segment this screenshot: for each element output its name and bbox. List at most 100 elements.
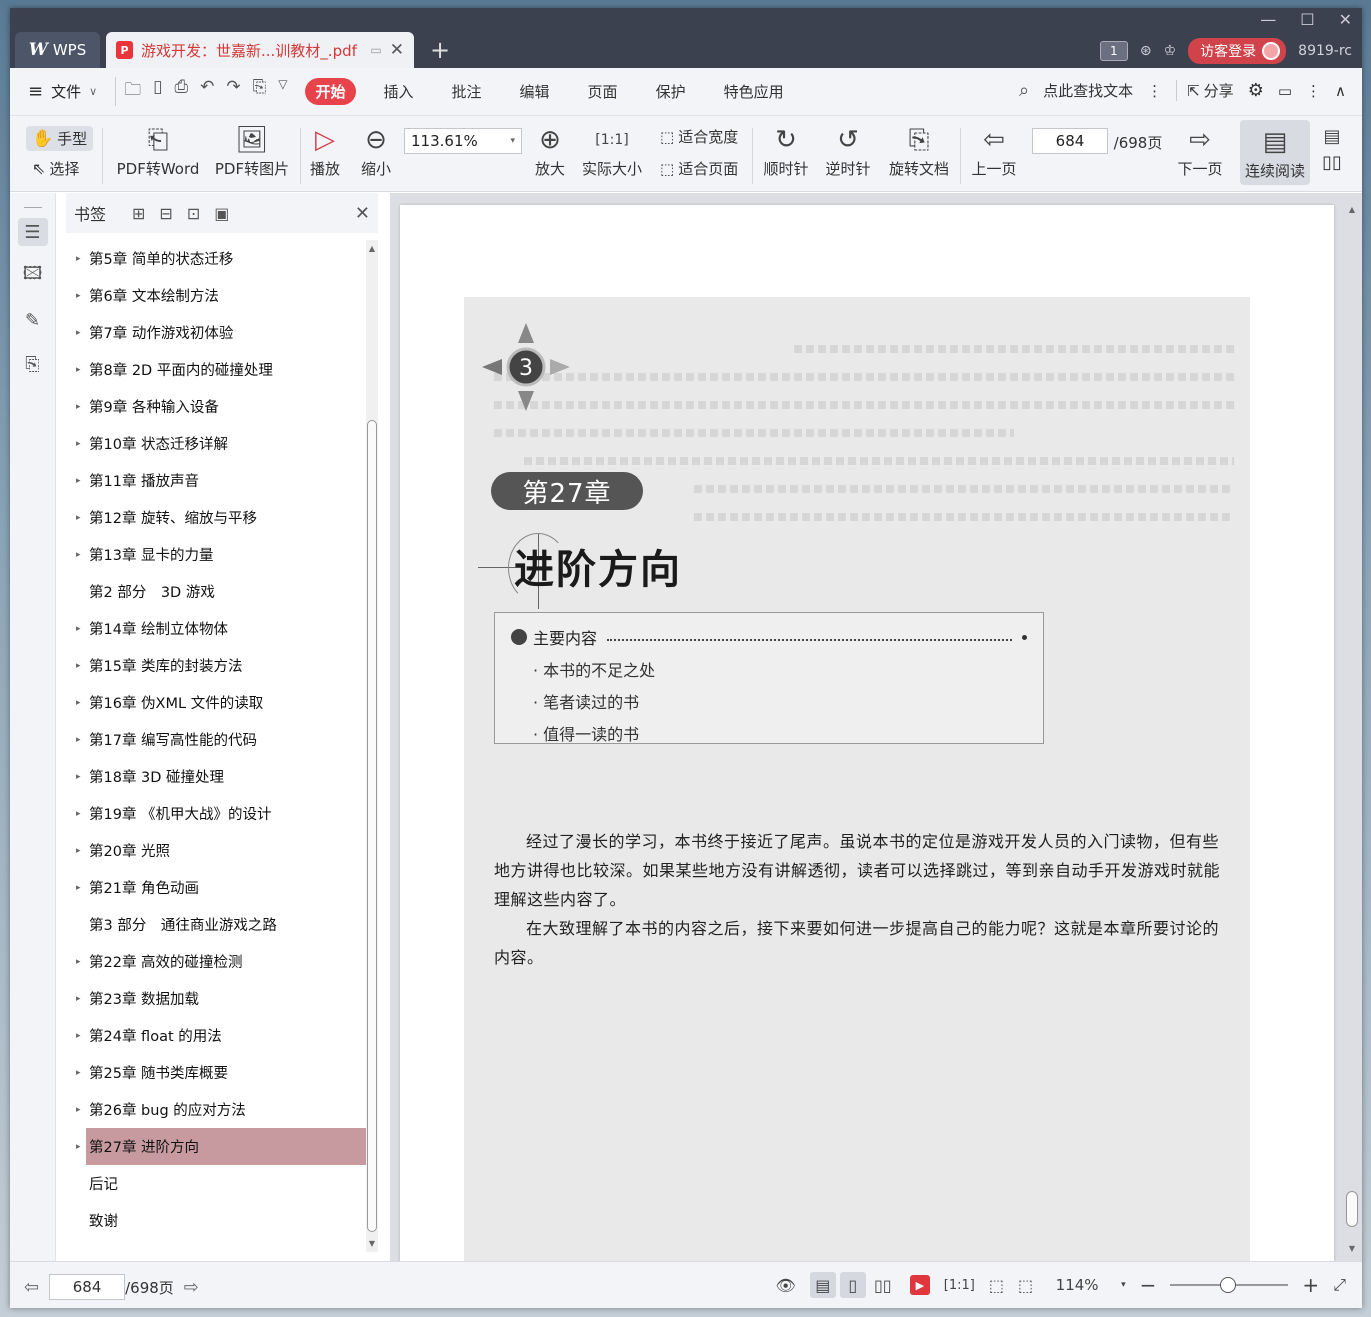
hand-tool-button[interactable]: ✋ 手型 xyxy=(26,126,94,151)
bookmark-item[interactable]: ▸ 第17章 编写高性能的代码 xyxy=(66,721,366,758)
rotate-counterclockwise-button[interactable]: ↺ 逆时针 xyxy=(822,122,874,179)
bookmark-item[interactable]: ▸ 第20章 光照 xyxy=(66,832,366,869)
bookmark-item[interactable]: 第2 部分 3D 游戏 xyxy=(66,573,366,610)
two-page-icon[interactable]: ▯▯ xyxy=(1320,152,1344,173)
zoom-plus-icon[interactable]: + xyxy=(1302,1273,1319,1297)
next-page-button[interactable]: ⇨ 下一页 xyxy=(1174,122,1226,179)
scroll-down-icon[interactable]: ▼ xyxy=(366,1239,378,1248)
expand-arrow-icon[interactable]: ▸ xyxy=(76,698,89,708)
continuous-view-icon[interactable]: ▤ xyxy=(809,1272,836,1298)
expand-arrow-icon[interactable]: ▸ xyxy=(76,1031,89,1041)
double-view-icon[interactable]: ▯▯ xyxy=(870,1272,896,1298)
play-slideshow-icon[interactable]: ▶ xyxy=(909,1275,930,1295)
search-icon[interactable]: ⌕ xyxy=(1019,80,1029,101)
more-vertical-icon[interactable]: ⋮ xyxy=(1147,82,1162,100)
bookmark-item[interactable]: 后记 xyxy=(66,1165,366,1202)
expand-arrow-icon[interactable]: ▸ xyxy=(76,994,89,1004)
bookmark-item[interactable]: ▸ 第22章 高效的碰撞检测 xyxy=(66,943,366,980)
bookmark-item[interactable]: ▸ 第26章 bug 的应对方法 xyxy=(66,1091,366,1128)
play-button[interactable]: ▷ 播放 xyxy=(306,122,344,179)
expand-arrow-icon[interactable]: ▸ xyxy=(76,476,89,486)
expand-arrow-icon[interactable]: ▸ xyxy=(76,513,89,523)
bookmark-item[interactable]: ▸ 第6章 文本绘制方法 xyxy=(66,277,366,314)
expand-arrow-icon[interactable]: ▸ xyxy=(76,254,89,264)
bookmark-item[interactable]: ▸ 第14章 绘制立体物体 xyxy=(66,610,366,647)
skin-icon[interactable]: ♔ xyxy=(1164,43,1177,59)
tab-page[interactable]: 页面 xyxy=(578,78,628,105)
expand-arrow-icon[interactable]: ▸ xyxy=(76,365,89,375)
bookmark-item[interactable]: ▸ 第8章 2D 平面内的碰撞处理 xyxy=(66,351,366,388)
close-panel-icon[interactable]: ✕ xyxy=(355,203,370,224)
bookmark-item[interactable]: ▸ 第27章 进阶方向 xyxy=(76,1128,366,1165)
convert-icon[interactable]: ⎘ xyxy=(18,350,48,378)
share-button[interactable]: ⇱ 分享 xyxy=(1176,80,1234,101)
expand-arrow-icon[interactable]: ▸ xyxy=(76,957,89,967)
bookmark-item[interactable]: ▸ 第18章 3D 碰撞处理 xyxy=(66,758,366,795)
expand-arrow-icon[interactable]: ▸ xyxy=(76,1142,89,1152)
expand-arrow-icon[interactable]: ▸ xyxy=(76,439,89,449)
bookmark-item[interactable]: ▸ 第15章 类库的封装方法 xyxy=(66,647,366,684)
add-bookmark-icon[interactable]: ⊡ xyxy=(187,204,200,223)
close-window-icon[interactable]: ✕ xyxy=(1339,10,1352,29)
expand-all-icon[interactable]: ⊞ xyxy=(132,204,145,223)
fit-page-button[interactable]: ⬚ 适合页面 xyxy=(660,158,738,179)
continuous-reading-button[interactable]: ▤ 连续阅读 xyxy=(1240,120,1310,185)
eye-protection-icon[interactable]: 👁 xyxy=(775,1276,795,1295)
bookmark-item[interactable]: ▸ 第12章 旋转、缩放与平移 xyxy=(66,499,366,536)
bookmark-panel-icon[interactable]: ☰ xyxy=(17,218,48,246)
status-prev-icon[interactable]: ⇦ xyxy=(24,1277,39,1298)
zoom-percent[interactable]: 114% xyxy=(1047,1276,1107,1294)
export-icon[interactable]: ⎘ xyxy=(253,77,267,106)
bookmark-item[interactable]: ▸ 第11章 播放声音 xyxy=(66,462,366,499)
zoom-slider-knob[interactable] xyxy=(1220,1277,1237,1293)
fit-width-button[interactable]: ⬚ 适合宽度 xyxy=(660,126,738,147)
actual-size-button[interactable]: [1:1] 实际大小 xyxy=(580,122,644,179)
zoom-minus-icon[interactable]: − xyxy=(1140,1273,1157,1297)
bookmark-item[interactable]: ▸ 第23章 数据加载 xyxy=(66,980,366,1017)
document-scroll-thumb[interactable] xyxy=(1346,1191,1358,1227)
comment-icon[interactable]: ▭ xyxy=(1278,82,1292,100)
prev-page-button[interactable]: ⇦ 上一页 xyxy=(968,122,1020,179)
bookmark-item[interactable]: 第3 部分 通往商业游戏之路 xyxy=(66,906,366,943)
single-view-icon[interactable]: ▯ xyxy=(839,1272,866,1298)
bookmark-item[interactable]: ▸ 第9章 各种输入设备 xyxy=(66,388,366,425)
bookmark-scroll-thumb[interactable] xyxy=(367,420,377,1232)
single-page-button[interactable]: ▤ ▯▯ xyxy=(1320,122,1344,173)
fullscreen-icon[interactable]: ⤢ xyxy=(1333,1275,1346,1295)
search-text-button[interactable]: 点此查找文本 xyxy=(1043,80,1133,101)
expand-arrow-icon[interactable]: ▸ xyxy=(76,402,89,412)
document-scrollbar[interactable]: ▲ ▼ xyxy=(1346,205,1358,1261)
bookmark-item[interactable]: ▸ 第5章 简单的状态迁移 xyxy=(66,240,366,277)
expand-arrow-icon[interactable]: ▸ xyxy=(76,1068,89,1078)
zoom-input[interactable]: 113.61% ▾ xyxy=(404,128,522,154)
expand-arrow-icon[interactable]: ▸ xyxy=(76,1105,89,1115)
document-tab[interactable]: P 游戏开发：世嘉新...训教材_.pdf ▭ ✕ xyxy=(106,32,414,68)
dropdown-arrow-icon[interactable]: ▾ xyxy=(510,132,515,150)
expand-arrow-icon[interactable]: ▸ xyxy=(76,809,89,819)
expand-arrow-icon[interactable]: ▸ xyxy=(76,291,89,301)
rotate-document-button[interactable]: ⎘ 旋转文档 xyxy=(886,122,952,179)
open-folder-icon[interactable]: 🗀 xyxy=(124,77,141,106)
expand-arrow-icon[interactable]: ▸ xyxy=(76,846,89,856)
select-tool-button[interactable]: ⇖ 选择 xyxy=(32,158,79,179)
more-dropdown-icon[interactable]: ▽ xyxy=(278,77,287,106)
status-next-icon[interactable]: ⇨ xyxy=(184,1277,199,1298)
bookmark-scrollbar[interactable]: ▲ ▼ xyxy=(366,240,378,1252)
maximize-icon[interactable]: ☐ xyxy=(1300,10,1314,29)
thumbnail-icon[interactable]: 🖾 xyxy=(18,262,48,290)
tab-special[interactable]: 特色应用 xyxy=(714,78,794,105)
expand-arrow-icon[interactable]: ▸ xyxy=(76,883,89,893)
rotate-clockwise-button[interactable]: ↻ 顺时针 xyxy=(760,122,812,179)
more-icon[interactable]: ⋮ xyxy=(1306,82,1321,100)
sync-icon[interactable]: ⊛ xyxy=(1140,43,1152,59)
bookmark-item[interactable]: ▸ 第19章 《机甲大战》的设计 xyxy=(66,795,366,832)
expand-arrow-icon[interactable]: ▸ xyxy=(76,772,89,782)
bookmark-options-icon[interactable]: ▣ xyxy=(214,204,229,223)
window-count-badge[interactable]: 1 xyxy=(1099,41,1128,61)
pdf-to-word-button[interactable]: ⎗ PDF转Word xyxy=(114,122,202,179)
page-number-input[interactable]: 684 xyxy=(1032,128,1108,154)
fit-status-icon[interactable]: ⬚ xyxy=(989,1276,1004,1295)
close-tab-icon[interactable]: ✕ xyxy=(390,40,404,60)
doc-scroll-up-icon[interactable]: ▲ xyxy=(1346,205,1358,214)
wps-home-tab[interactable]: W WPS xyxy=(15,32,100,68)
